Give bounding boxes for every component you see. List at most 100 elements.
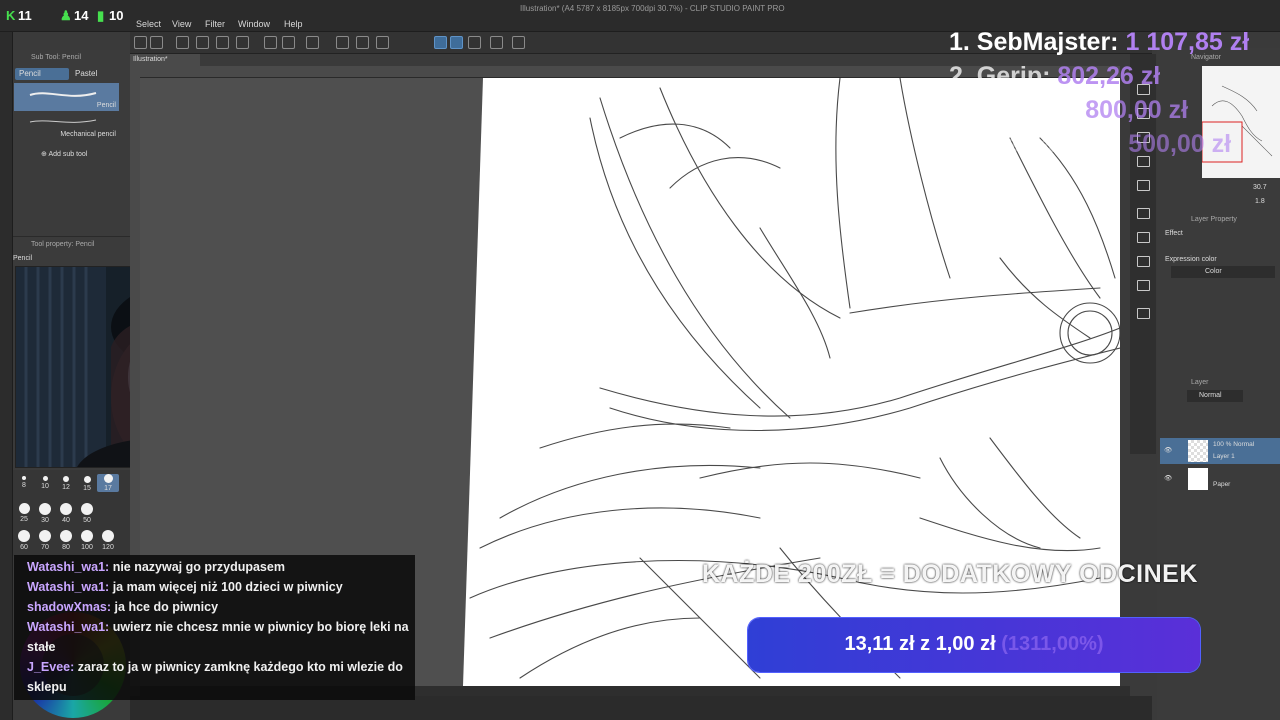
menu-help[interactable]: Help	[284, 19, 303, 29]
transform-icon[interactable]	[336, 36, 349, 49]
chat-message: J_Evee: zaraz to ja w piwnicy zamknę każ…	[27, 657, 409, 697]
menu-window[interactable]: Window	[238, 19, 270, 29]
leaderboard-entry-4: 4. dasztangv1: 500,00 zł	[949, 130, 1231, 159]
brush-size-40[interactable]: 40	[55, 503, 77, 524]
expression-color-label: Expression color	[1165, 256, 1217, 263]
brush-size-60[interactable]: 60	[13, 530, 35, 551]
kick-icon: K	[6, 8, 16, 23]
document-tab[interactable]: Illustration*	[130, 54, 200, 66]
layer-name: Layer 1	[1213, 453, 1235, 460]
brush-size-80[interactable]: 80	[55, 530, 77, 551]
user-icon: ♟	[60, 8, 72, 23]
pencil-icon[interactable]	[490, 36, 503, 49]
viewer-count: 11	[18, 8, 32, 23]
perspective-icon[interactable]	[468, 36, 481, 49]
brush-size-25[interactable]: 25	[13, 503, 35, 523]
layer-name: Paper	[1213, 481, 1231, 488]
tool-property-header: Tool property: Pencil	[31, 241, 95, 248]
brush-item-label: Pencil	[96, 102, 116, 109]
settings-icon[interactable]	[512, 36, 525, 49]
menu-view[interactable]: View	[172, 19, 191, 29]
tab-pencil[interactable]: Pencil	[15, 68, 69, 80]
loading-icon[interactable]	[306, 36, 319, 49]
leaderboard-entry-1: 1. SebMajster: 1 107,85 zł	[949, 28, 1249, 57]
donation-goal-percent: (1311,00%)	[1001, 633, 1104, 655]
zoom-value: 30.7	[1253, 184, 1267, 191]
clear-icon[interactable]	[236, 36, 249, 49]
ruler-snap-icon[interactable]	[450, 36, 463, 49]
menu-select[interactable]: Select	[136, 19, 161, 29]
leaderboard-name: 4. dasztangv1:	[949, 130, 1122, 158]
brush-size-17[interactable]: 17	[97, 474, 119, 492]
chat-message: Watashi_wa1: uwierz nie chcesz mnie w pi…	[27, 617, 409, 657]
brush-size-120[interactable]: 120	[97, 530, 119, 551]
crop-icon[interactable]	[356, 36, 369, 49]
donation-goal-bar: 13,11 zł z 1,00 zł (1311,00%)	[748, 618, 1200, 672]
eye-icon[interactable]: 👁	[1164, 446, 1172, 454]
leaderboard-amount: 1 107,85 zł	[1125, 28, 1250, 56]
brush-size-12[interactable]: 12	[55, 476, 77, 491]
brush-size-10[interactable]: 10	[34, 476, 56, 490]
document-tab-label: Illustration*	[133, 56, 168, 63]
brush-size-palette: 8 10 12 15 17 25 30 40 50 60 70 80 100 1…	[13, 470, 130, 556]
donation-goal-amount: 13,11 zł z 1,00 zł	[844, 633, 996, 655]
brush-size-15[interactable]: 15	[76, 476, 98, 492]
leaderboard-name: 1. SebMajster:	[949, 28, 1119, 56]
edit-icon[interactable]	[150, 36, 163, 49]
menu-filter[interactable]: Filter	[205, 19, 225, 29]
brush-size-8[interactable]: 8	[13, 476, 35, 489]
chat-text: ja mam więcej niż 100 dzieci w piwnicy	[112, 580, 343, 594]
eye-icon[interactable]: 👁	[1164, 474, 1172, 482]
expression-color-value: Color	[1205, 268, 1222, 275]
brush-size-70[interactable]: 70	[34, 530, 56, 551]
navigator-preview[interactable]	[1202, 66, 1280, 178]
chat-message: shadowXmas: ja hce do piwnicy	[27, 597, 409, 617]
add-subtool-button[interactable]: ⊕ Add sub tool	[41, 150, 87, 158]
layer-thumbnail	[1188, 468, 1208, 490]
blend-mode-select[interactable]: Normal	[1187, 390, 1243, 402]
brush-size-30[interactable]: 30	[34, 503, 56, 524]
add-subtool-label: Add sub tool	[48, 151, 88, 158]
brush-size-50[interactable]: 50	[76, 503, 98, 524]
leaderboard-entry-2: 2. Gerip: 802,26 zł	[949, 62, 1160, 91]
palette-toggle-icon[interactable]	[1137, 208, 1150, 219]
palette-toggle-icon[interactable]	[1137, 232, 1150, 243]
brush-item-pencil[interactable]: Pencil	[14, 83, 119, 111]
palette-toggle-icon[interactable]	[1137, 180, 1150, 191]
tool-property-panel: Tool property: Pencil Pencil	[13, 236, 130, 266]
bars-icon: ▮	[97, 8, 105, 23]
leaderboard-name: 3. meti314:	[949, 96, 1079, 124]
layer-header: Layer	[1191, 379, 1209, 386]
brush-size-100[interactable]: 100	[76, 530, 98, 551]
fill-icon[interactable]	[216, 36, 229, 49]
chat-message: Watashi_wa1: nie nazywaj go przydupasem	[27, 557, 409, 577]
palette-toggle-icon[interactable]	[1137, 256, 1150, 267]
grid-icon[interactable]	[376, 36, 389, 49]
brush-item-mechanical-pencil[interactable]: Mechanical pencil	[14, 112, 119, 140]
effect-label: Effect	[1165, 230, 1183, 237]
chat-text: zaraz to ja w piwnicy zamknę każdego kto…	[27, 660, 403, 694]
chat-username: J_Evee:	[27, 660, 75, 674]
palette-toggle-icon[interactable]	[1137, 308, 1150, 319]
chat-username: Watashi_wa1:	[27, 620, 110, 634]
subtool-header: Sub Tool: Pencil	[31, 54, 82, 61]
save-icon[interactable]	[196, 36, 209, 49]
pen-snap-icon[interactable]	[434, 36, 447, 49]
angle-value: 1.8	[1255, 198, 1265, 205]
menu-icon[interactable]	[134, 36, 147, 49]
expression-color-select[interactable]: Color	[1171, 266, 1275, 278]
layer-row-layer1[interactable]: 👁 100 % Normal Layer 1	[1160, 438, 1280, 464]
layer-thumbnail	[1188, 440, 1208, 462]
chat-text: ja hce do piwnicy	[114, 600, 219, 614]
redo-icon[interactable]	[282, 36, 295, 49]
stroke-preview-icon	[29, 119, 97, 123]
tab-pastel[interactable]: Pastel	[71, 68, 127, 80]
chat-username: Watashi_wa1:	[27, 580, 110, 594]
layer-row-paper[interactable]: 👁 Paper	[1160, 466, 1280, 492]
palette-toggle-icon[interactable]	[1137, 280, 1150, 291]
new-icon[interactable]	[176, 36, 189, 49]
undo-icon[interactable]	[264, 36, 277, 49]
leaderboard-amount: 800,00 zł	[1085, 96, 1189, 124]
app-title: Illustration* (A4 5787 x 8185px 700dpi 3…	[520, 4, 785, 13]
leaderboard-amount: 500,00 zł	[1128, 130, 1232, 158]
